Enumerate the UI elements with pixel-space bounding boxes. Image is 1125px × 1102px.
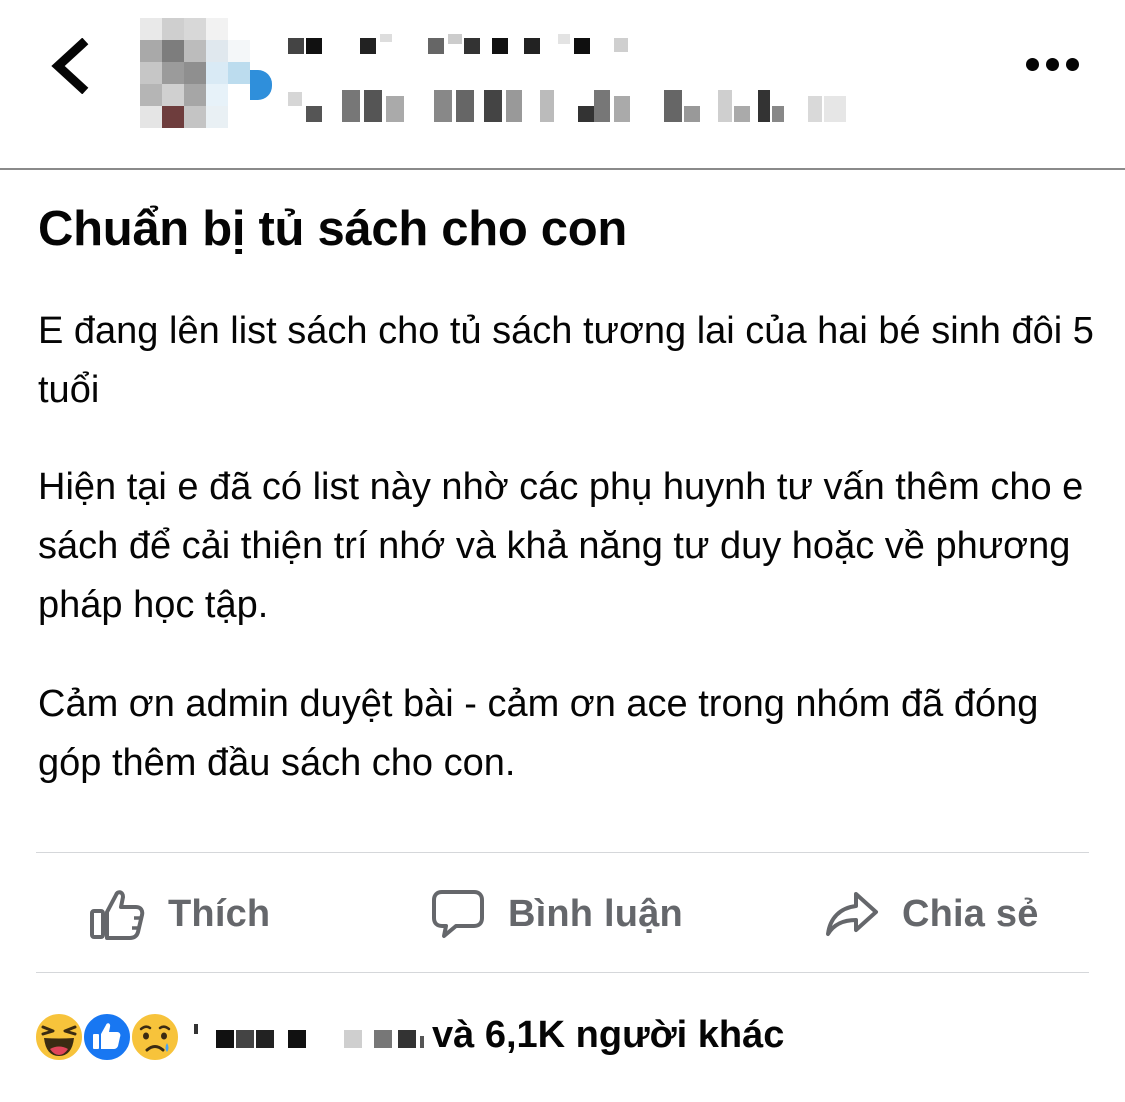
back-button[interactable] <box>48 37 98 95</box>
like-button[interactable]: Thích <box>88 872 270 956</box>
avatar[interactable] <box>140 18 272 128</box>
post-title: Chuẩn bị tủ sách cho con <box>38 202 628 256</box>
author-name-redacted[interactable] <box>288 34 638 56</box>
sad-reaction-icon <box>130 1012 180 1062</box>
comment-label: Bình luận <box>508 892 683 935</box>
share-button[interactable]: Chia sẻ <box>824 872 1039 956</box>
comment-button[interactable]: Bình luận <box>430 872 683 956</box>
reactions-summary[interactable]: và 6,1K người khác <box>34 1010 1094 1064</box>
header-divider <box>0 168 1125 170</box>
comment-bubble-icon <box>432 890 484 938</box>
reactor-names-redacted <box>194 1024 424 1050</box>
thumbs-up-icon <box>90 890 145 940</box>
more-horizontal-icon <box>1026 58 1039 71</box>
reactions-count-text: và 6,1K người khác <box>432 1014 785 1056</box>
like-label: Thích <box>168 892 271 935</box>
post-paragraph: Hiện tại e đã có list này nhờ các phụ hu… <box>38 466 1084 626</box>
share-label: Chia sẻ <box>902 892 1039 935</box>
share-arrow-icon <box>826 892 878 936</box>
chevron-left-icon <box>51 37 89 95</box>
post-paragraph: Cảm ơn admin duyệt bài - cảm ơn ace tron… <box>38 683 1039 784</box>
haha-reaction-icon <box>34 1012 84 1062</box>
like-reaction-icon <box>82 1012 132 1062</box>
action-bar-divider-bottom <box>36 972 1089 973</box>
post-paragraph: E đang lên list sách cho tủ sách tương l… <box>38 310 1094 411</box>
post-header <box>0 0 1125 170</box>
more-options-button[interactable] <box>1022 48 1082 82</box>
post-meta-redacted <box>288 86 858 126</box>
action-bar-divider-top <box>36 852 1089 853</box>
